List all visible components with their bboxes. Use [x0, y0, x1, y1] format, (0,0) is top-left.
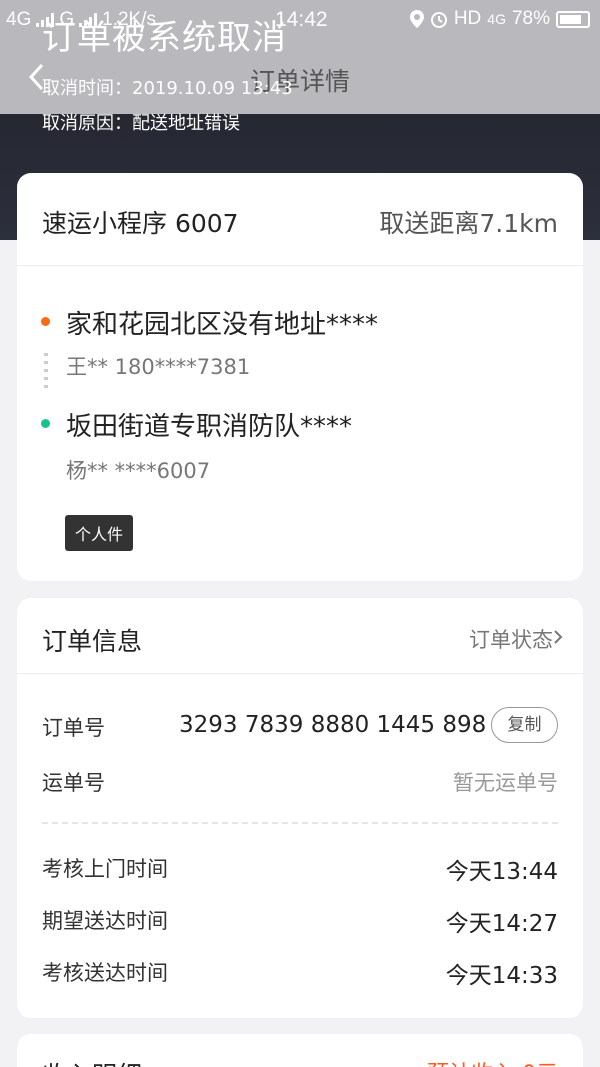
- location-icon: [409, 10, 424, 28]
- income-estimate[interactable]: 预计收入 0元: [427, 1056, 558, 1067]
- order-status-link[interactable]: 订单状态: [469, 624, 553, 654]
- dropoff-dot: [41, 419, 50, 428]
- order-no-label: 订单号: [42, 716, 105, 740]
- dropoff-contact: 杨** ****6007: [66, 459, 211, 483]
- cancel-time: 取消时间：2019.10.09 13:43: [42, 78, 293, 99]
- waybill-value: 暂无运单号: [453, 771, 558, 795]
- waybill-label: 运单号: [42, 771, 105, 795]
- order-info-card: 订单信息 订单状态 订单号 3293 7839 8880 1445 898 复制…: [17, 598, 583, 1018]
- time-label-3: 考核送达时间: [42, 961, 168, 985]
- time-value-1: 今天13:44: [445, 859, 558, 885]
- cancel-reason: 取消原因：配送地址错误: [42, 113, 240, 134]
- time-value-2: 今天14:27: [445, 911, 558, 937]
- alarm-icon: [430, 12, 447, 28]
- divider: [42, 822, 558, 824]
- pickup-dot: [41, 317, 50, 326]
- route-connector: [44, 353, 48, 389]
- status-right: HD 4G 78%: [409, 8, 590, 30]
- order-source: 速运小程序 6007: [42, 209, 239, 238]
- time-label-1: 考核上门时间: [42, 857, 168, 881]
- copy-button[interactable]: 复制: [491, 707, 558, 743]
- delivery-distance: 取送距离7.1km: [379, 209, 558, 238]
- order-info-title: 订单信息: [42, 627, 143, 656]
- cancel-title: 订单被系统取消: [42, 18, 287, 58]
- network-4g: 4G: [487, 11, 506, 27]
- income-title: 收入明细: [42, 1056, 142, 1067]
- battery-percent: 78%: [511, 8, 550, 29]
- income-card: 收入明细 预计收入 0元: [17, 1034, 583, 1067]
- pickup-address[interactable]: 家和花园北区没有地址****: [66, 304, 378, 341]
- delivery-card: 速运小程序 6007 取送距离7.1km 家和花园北区没有地址**** 王** …: [17, 173, 583, 581]
- network-type: 4G: [6, 9, 32, 30]
- dropoff-address[interactable]: 坂田街道专职消防队****: [66, 406, 352, 443]
- parcel-type-tag: 个人件: [65, 515, 134, 551]
- time-label-2: 期望送达时间: [42, 909, 168, 933]
- order-info-header[interactable]: 订单信息 订单状态: [17, 598, 583, 674]
- pickup-contact: 王** 180****7381: [66, 355, 251, 379]
- chevron-right-icon: [554, 630, 563, 644]
- time-value-3: 今天14:33: [445, 963, 558, 989]
- hd-indicator: HD: [453, 8, 482, 29]
- order-no-value: 3293 7839 8880 1445 898: [179, 712, 487, 738]
- battery-icon: [556, 10, 590, 28]
- delivery-card-header: 速运小程序 6007 取送距离7.1km: [17, 173, 583, 266]
